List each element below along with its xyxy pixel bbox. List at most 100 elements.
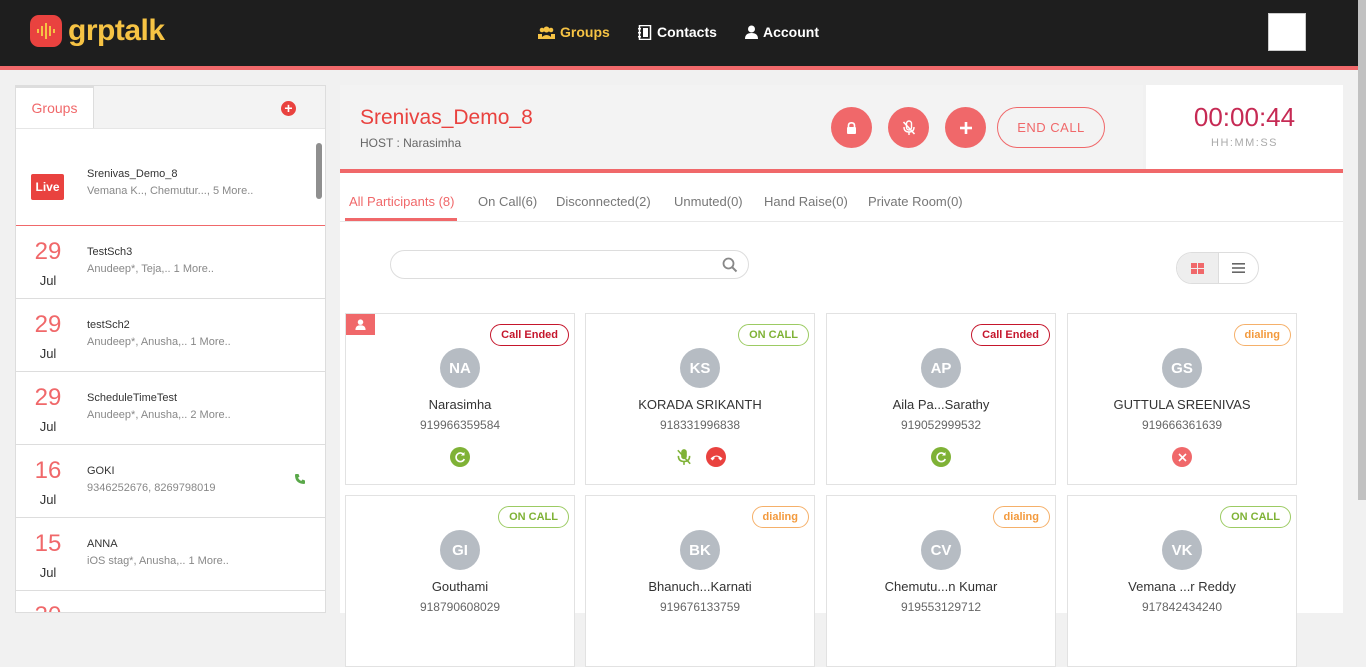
tab-private-room[interactable]: Private Room(0) bbox=[868, 194, 963, 209]
participant-card[interactable]: dialing GS GUTTULA SREENIVAS 91966636163… bbox=[1067, 313, 1297, 485]
search-icon[interactable] bbox=[722, 257, 738, 273]
logo-text: grptalk bbox=[68, 14, 165, 47]
group-day: 30 bbox=[33, 602, 63, 612]
tab-all-participants[interactable]: All Participants (8) bbox=[349, 194, 454, 209]
tab-groups[interactable]: Groups bbox=[16, 86, 94, 128]
participant-card[interactable]: dialing CV Chemutu...n Kumar 91955312971… bbox=[826, 495, 1056, 667]
group-name: Srenivas_Demo_8 bbox=[87, 168, 178, 180]
avatar: CV bbox=[921, 530, 961, 570]
participant-phone: 917842434240 bbox=[1141, 600, 1223, 614]
timer-format: HH:MM:SS bbox=[1211, 137, 1278, 149]
redial-button[interactable] bbox=[931, 447, 951, 467]
nav-groups-label: Groups bbox=[560, 24, 610, 40]
status-badge: ON CALL bbox=[1220, 506, 1291, 528]
redial-icon bbox=[936, 452, 947, 463]
cancel-dial-button[interactable] bbox=[1172, 447, 1192, 467]
grid-icon bbox=[1191, 262, 1204, 274]
users-icon bbox=[538, 26, 555, 39]
list-view-button[interactable] bbox=[1219, 253, 1258, 283]
avatar: VK bbox=[1162, 530, 1202, 570]
participant-phone: 919676133759 bbox=[659, 600, 741, 614]
active-tab-underline bbox=[345, 218, 457, 221]
nav-contacts-label: Contacts bbox=[657, 24, 717, 40]
lock-icon bbox=[847, 121, 856, 134]
group-day: 29 bbox=[34, 311, 62, 338]
group-members: Anudeep*, Teja,.. 1 More.. bbox=[87, 263, 214, 275]
group-members: Anudeep*, Anusha,.. 2 More.. bbox=[87, 409, 231, 421]
avatar: BK bbox=[680, 530, 720, 570]
user-avatar-image[interactable] bbox=[1268, 13, 1306, 51]
call-header: Srenivas_Demo_8 HOST : Narasimha END CAL… bbox=[340, 85, 1143, 169]
group-name: ScheduleTimeTest bbox=[87, 392, 178, 404]
live-badge: Live bbox=[31, 174, 64, 200]
end-call-button[interactable]: END CALL bbox=[997, 107, 1105, 148]
participant-phone: 919052999532 bbox=[900, 418, 982, 432]
list-icon bbox=[1232, 263, 1245, 273]
tab-on-call[interactable]: On Call(6) bbox=[478, 194, 537, 209]
redial-icon bbox=[455, 452, 466, 463]
grptalk-logo[interactable]: grptalk bbox=[30, 14, 165, 48]
phone-icon[interactable] bbox=[294, 473, 306, 485]
lock-button[interactable] bbox=[831, 107, 872, 148]
mute-all-button[interactable] bbox=[888, 107, 929, 148]
group-name: GOKI bbox=[87, 465, 115, 477]
groups-panel: Groups + Live Srenivas_Demo_8 Vemana K..… bbox=[15, 85, 326, 613]
timer-value: 00:00:44 bbox=[1193, 102, 1296, 132]
status-badge: Call Ended bbox=[490, 324, 569, 346]
participant-card[interactable]: Call Ended NA Narasimha 919966359584 bbox=[345, 313, 575, 485]
page-scrollbar[interactable] bbox=[1358, 0, 1366, 613]
participant-name: Aila Pa...Sarathy bbox=[892, 397, 990, 412]
add-participant-button[interactable] bbox=[945, 107, 986, 148]
participant-search bbox=[390, 250, 749, 279]
host-label: HOST : Narasimha bbox=[360, 136, 462, 150]
nav-account-label: Account bbox=[763, 24, 819, 40]
status-badge: dialing bbox=[1233, 324, 1291, 346]
redial-button[interactable] bbox=[450, 447, 470, 467]
groups-panel-header: Groups + bbox=[16, 86, 325, 129]
group-month: Jul bbox=[39, 492, 57, 507]
mute-participant-button[interactable] bbox=[674, 447, 694, 467]
participant-card[interactable]: dialing BK Bhanuch...Karnati 91967613375… bbox=[585, 495, 815, 667]
participant-card[interactable]: ON CALL VK Vemana ...r Reddy 91784243424… bbox=[1067, 495, 1297, 667]
participant-card[interactable]: ON CALL KS KORADA SRIKANTH 918331996838 bbox=[585, 313, 815, 485]
call-timer: 00:00:44 HH:MM:SS bbox=[1146, 85, 1343, 169]
group-members: Vemana K.., Chemutur..., 5 More.. bbox=[87, 185, 254, 197]
top-navbar: grptalk Groups Contacts Account bbox=[0, 0, 1358, 66]
page-scrollbar-thumb[interactable] bbox=[1358, 0, 1366, 500]
tab-hand-raise[interactable]: Hand Raise(0) bbox=[764, 194, 848, 209]
status-badge: dialing bbox=[751, 506, 809, 528]
nav-groups[interactable]: Groups bbox=[538, 24, 610, 40]
participant-tabs: All Participants (8) On Call(6) Disconne… bbox=[340, 173, 1343, 222]
group-title: Srenivas_Demo_8 bbox=[360, 106, 533, 129]
group-month: Jul bbox=[39, 346, 57, 361]
participant-phone: 919966359584 bbox=[419, 418, 501, 432]
avatar: GI bbox=[440, 530, 480, 570]
group-name: TestSch3 bbox=[87, 246, 133, 258]
nav-account[interactable]: Account bbox=[745, 24, 819, 40]
grid-view-button[interactable] bbox=[1177, 253, 1219, 283]
group-members: Anudeep*, Anusha,.. 1 More.. bbox=[87, 336, 231, 348]
address-book-icon bbox=[638, 24, 652, 40]
view-toggle bbox=[1176, 252, 1259, 284]
group-name: testSch2 bbox=[87, 319, 130, 331]
mic-off-icon bbox=[902, 119, 915, 135]
groups-scrollbar[interactable] bbox=[316, 143, 322, 199]
participant-name: Bhanuch...Karnati bbox=[648, 579, 752, 594]
close-icon bbox=[1177, 452, 1187, 462]
hangup-button[interactable] bbox=[706, 447, 726, 467]
tab-disconnected[interactable]: Disconnected(2) bbox=[556, 194, 651, 209]
participant-name: Chemutu...n Kumar bbox=[884, 579, 998, 594]
group-day: 29 bbox=[34, 238, 62, 265]
participant-card[interactable]: Call Ended AP Aila Pa...Sarathy 91905299… bbox=[826, 313, 1056, 485]
search-input[interactable] bbox=[403, 255, 717, 275]
participant-card[interactable]: ON CALL GI Gouthami 918790608029 bbox=[345, 495, 575, 667]
group-month: Jul bbox=[39, 273, 57, 288]
tab-unmuted[interactable]: Unmuted(0) bbox=[674, 194, 743, 209]
add-group-icon[interactable]: + bbox=[281, 101, 296, 116]
group-members: 9346252676, 8269798019 bbox=[87, 482, 216, 494]
nav-contacts[interactable]: Contacts bbox=[638, 24, 717, 40]
participant-phone: 919666361639 bbox=[1141, 418, 1223, 432]
avatar: AP bbox=[921, 348, 961, 388]
status-badge: ON CALL bbox=[498, 506, 569, 528]
group-day: 16 bbox=[34, 457, 62, 484]
